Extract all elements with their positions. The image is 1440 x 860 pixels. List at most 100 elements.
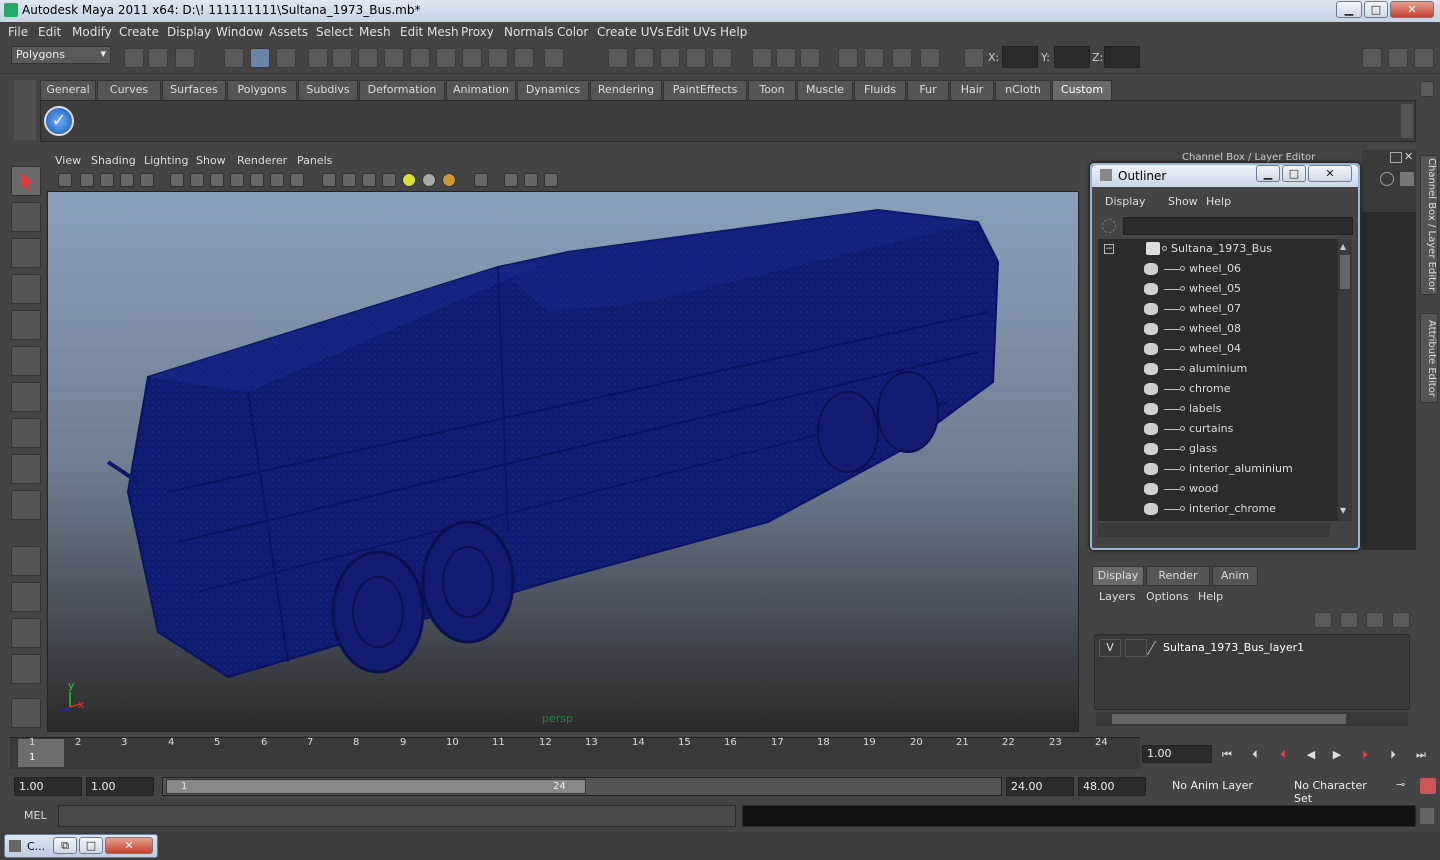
minimize-button[interactable]: ▁ bbox=[1336, 1, 1362, 18]
layer-row[interactable]: V Sultana_1973_Bus_layer1 bbox=[1099, 639, 1405, 657]
mel-label[interactable]: MEL bbox=[24, 809, 47, 822]
channel-box-icon[interactable] bbox=[1380, 172, 1394, 186]
step-forward-key-icon[interactable]: ⏵ bbox=[1358, 748, 1372, 762]
play-forward-icon[interactable]: ▶ bbox=[1330, 748, 1344, 762]
new-layer-selected-icon[interactable] bbox=[1392, 612, 1410, 628]
animation-start-field[interactable]: 1.00 bbox=[14, 777, 82, 796]
shadows-icon[interactable] bbox=[442, 173, 456, 187]
outliner-filter-icon[interactable] bbox=[1102, 219, 1116, 233]
step-back-icon[interactable]: ⏴ bbox=[1248, 748, 1262, 762]
menu-proxy[interactable]: Proxy bbox=[461, 25, 494, 39]
outliner-menu-display[interactable]: Display bbox=[1105, 195, 1146, 208]
select-hierarchy-icon[interactable] bbox=[224, 48, 244, 68]
outliner-item[interactable]: aluminium bbox=[1098, 359, 1338, 379]
maximize-button[interactable]: □ bbox=[1364, 1, 1388, 18]
outliner-item[interactable]: wheel_05 bbox=[1098, 279, 1338, 299]
field-chart-icon[interactable] bbox=[250, 173, 264, 187]
step-forward-icon[interactable]: ⏵ bbox=[1386, 748, 1400, 762]
maya-symbol-icon[interactable] bbox=[11, 698, 41, 728]
layer-tab-display[interactable]: Display bbox=[1092, 566, 1144, 586]
attribute-editor-toggle-icon[interactable] bbox=[1388, 48, 1408, 68]
outliner-layout-icon[interactable] bbox=[11, 618, 41, 648]
camera-select-icon[interactable] bbox=[58, 173, 72, 187]
history-icon[interactable] bbox=[608, 48, 628, 68]
menu-modify[interactable]: Modify bbox=[72, 25, 112, 39]
layer-menu-options[interactable]: Options bbox=[1146, 590, 1188, 603]
outliner-item[interactable]: interior_aluminium bbox=[1098, 459, 1338, 479]
outliner-item[interactable]: wheel_08 bbox=[1098, 319, 1338, 339]
outliner-item[interactable]: labels bbox=[1098, 399, 1338, 419]
menu-color[interactable]: Color bbox=[557, 25, 588, 39]
playback-start-field[interactable]: 1.00 bbox=[86, 777, 154, 796]
menu-create[interactable]: Create bbox=[119, 25, 159, 39]
layer-tab-render[interactable]: Render bbox=[1146, 566, 1210, 586]
output-ops-icon[interactable] bbox=[660, 48, 680, 68]
layer-menu-layers[interactable]: Layers bbox=[1099, 590, 1135, 603]
outliner-root-row[interactable]: − Sultana_1973_Bus bbox=[1098, 239, 1338, 259]
transform-mode-icon[interactable] bbox=[964, 48, 984, 68]
menu-help[interactable]: Help bbox=[720, 25, 747, 39]
default-light-icon[interactable] bbox=[402, 173, 416, 187]
outliner-menu-help[interactable]: Help bbox=[1206, 195, 1231, 208]
close-button[interactable]: ✕ bbox=[1390, 1, 1434, 18]
menu-edit-uvs[interactable]: Edit UVs bbox=[666, 25, 716, 39]
snap-point-icon[interactable] bbox=[384, 48, 404, 68]
outliner-maximize-button[interactable]: □ bbox=[1282, 165, 1306, 182]
snap-curve-icon[interactable] bbox=[358, 48, 378, 68]
safe-action-icon[interactable] bbox=[270, 173, 284, 187]
minimized-restore-button[interactable]: ⧉ bbox=[53, 837, 77, 854]
show-manipulator-icon[interactable] bbox=[11, 454, 41, 484]
menu-assets[interactable]: Assets bbox=[269, 25, 308, 39]
layer-visibility-toggle[interactable]: V bbox=[1099, 639, 1121, 657]
batch-render-icon[interactable] bbox=[892, 48, 912, 68]
textured-icon[interactable] bbox=[382, 173, 396, 187]
play-backward-icon[interactable]: ◀ bbox=[1304, 748, 1318, 762]
four-pane-layout-icon[interactable] bbox=[11, 582, 41, 612]
lock-selection-icon[interactable] bbox=[308, 48, 328, 68]
outliner-item[interactable]: interior_chrome bbox=[1098, 499, 1338, 519]
menu-select[interactable]: Select bbox=[316, 25, 353, 39]
input-ops-icon[interactable] bbox=[634, 48, 654, 68]
menu-edit-mesh[interactable]: Edit Mesh bbox=[400, 25, 459, 39]
graph-layout-icon[interactable] bbox=[11, 654, 41, 684]
magnet-icon[interactable] bbox=[712, 48, 732, 68]
layer-scroll-thumb[interactable] bbox=[1112, 714, 1346, 724]
layer-editor-icon[interactable] bbox=[1400, 172, 1414, 186]
go-to-end-icon[interactable]: ⏭ bbox=[1414, 748, 1428, 762]
viewport-menu-shading[interactable]: Shading bbox=[91, 154, 136, 167]
viewport-menu-lighting[interactable]: Lighting bbox=[144, 154, 188, 167]
shelf-tab-fluids[interactable]: Fluids bbox=[854, 80, 906, 100]
menu-edit[interactable]: Edit bbox=[38, 25, 61, 39]
outliner-minimize-button[interactable]: ▁ bbox=[1256, 165, 1280, 182]
bookmark-icon[interactable] bbox=[100, 173, 114, 187]
scale-tool-icon[interactable] bbox=[11, 346, 41, 376]
viewport-menu-renderer[interactable]: Renderer bbox=[237, 154, 287, 167]
shelf-tab-curves[interactable]: Curves bbox=[97, 80, 161, 100]
tool-settings-toggle-icon[interactable] bbox=[1414, 48, 1434, 68]
scroll-up-icon[interactable]: ▲ bbox=[1340, 243, 1350, 251]
render-view-icon[interactable] bbox=[920, 48, 940, 68]
help-icon[interactable] bbox=[514, 48, 534, 68]
outliner-horizontal-scrollbar[interactable] bbox=[1098, 523, 1330, 537]
step-back-key-icon[interactable]: ⏴ bbox=[1276, 748, 1290, 762]
paint-select-tool-icon[interactable] bbox=[11, 238, 41, 268]
smooth-shade-icon[interactable] bbox=[342, 173, 356, 187]
save-scene-icon[interactable] bbox=[175, 48, 195, 68]
menu-normals[interactable]: Normals bbox=[504, 25, 554, 39]
shelf-tab-hair[interactable]: Hair bbox=[950, 80, 994, 100]
collapse-icon[interactable]: − bbox=[1104, 244, 1114, 254]
viewport-menu-panels[interactable]: Panels bbox=[297, 154, 332, 167]
ipr-render-icon[interactable] bbox=[776, 48, 796, 68]
layer-tab-anim[interactable]: Anim bbox=[1212, 566, 1258, 586]
snap-grid-icon[interactable] bbox=[332, 48, 352, 68]
outliner-scroll-thumb[interactable] bbox=[1340, 255, 1350, 289]
render-frame-icon[interactable] bbox=[752, 48, 772, 68]
side-tab-attribute-editor[interactable]: Attribute Editor bbox=[1420, 313, 1438, 403]
shelf-tab-general[interactable]: General bbox=[40, 80, 96, 100]
shelf-tab-surfaces[interactable]: Surfaces bbox=[162, 80, 226, 100]
shelf-tab-rendering[interactable]: Rendering bbox=[590, 80, 662, 100]
camera-attributes-icon[interactable] bbox=[80, 173, 94, 187]
mode-selector[interactable]: Polygons ▾ bbox=[11, 46, 111, 64]
xray-icon[interactable] bbox=[504, 173, 518, 187]
z-input[interactable] bbox=[1104, 46, 1140, 68]
